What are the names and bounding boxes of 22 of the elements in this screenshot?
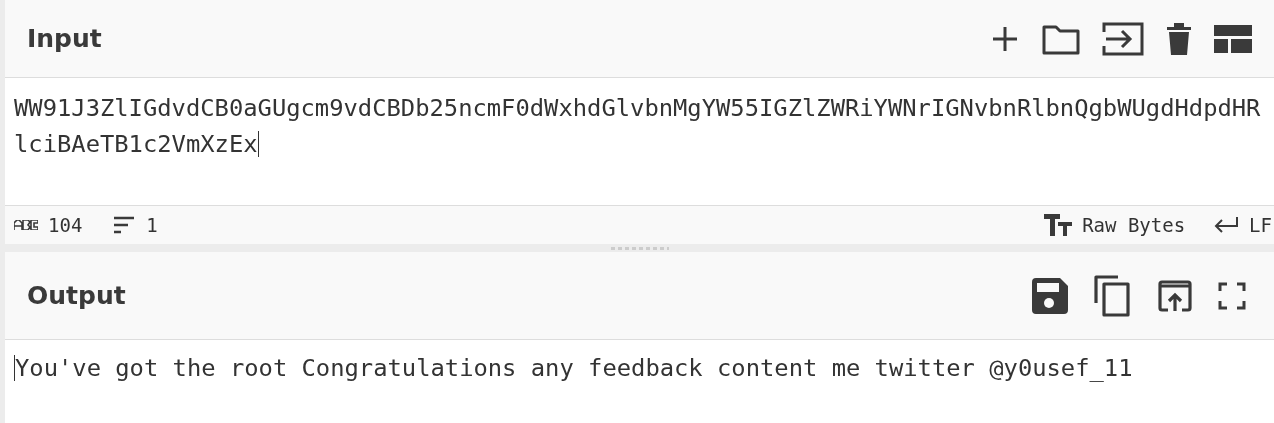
abc-icon <box>14 220 38 230</box>
text-size-icon[interactable] <box>1044 214 1073 236</box>
return-arrow-icon[interactable] <box>1213 216 1240 234</box>
trash-icon[interactable] <box>1166 21 1192 56</box>
panel-title: Input <box>27 22 102 55</box>
resize-handle-icon[interactable] <box>610 246 669 250</box>
encoding-label[interactable]: Raw Bytes <box>1082 210 1186 240</box>
text-cursor <box>14 355 15 381</box>
character-count: 104 <box>48 212 83 238</box>
line-count: 1 <box>146 212 158 238</box>
import-icon[interactable] <box>1102 21 1144 56</box>
output-field[interactable]: You've got the root Congratulations any feedback content me twitter @y0usef_11 <box>5 340 1270 398</box>
copy-icon[interactable] <box>1094 274 1132 317</box>
text-cursor <box>257 131 259 157</box>
lines-icon <box>112 215 137 235</box>
open-in-window-icon[interactable] <box>1158 279 1192 312</box>
line-ending-label[interactable]: LF <box>1249 210 1272 240</box>
layout-icon[interactable] <box>1214 24 1252 53</box>
panel-title: Output <box>27 279 126 312</box>
input-field[interactable]: WW91J3ZlIGdvdCB0aGUgcm9vdCBDb25ncmF0dWxhdGlvbnMgYW55IGZlZWRiYWNrIGNvbnRlbnQgbWUgdHdpdHRlciBAeTB1c2VmXzEx <box>5 78 1270 174</box>
fullscreen-icon[interactable] <box>1218 281 1246 310</box>
save-icon[interactable] <box>1032 277 1068 314</box>
